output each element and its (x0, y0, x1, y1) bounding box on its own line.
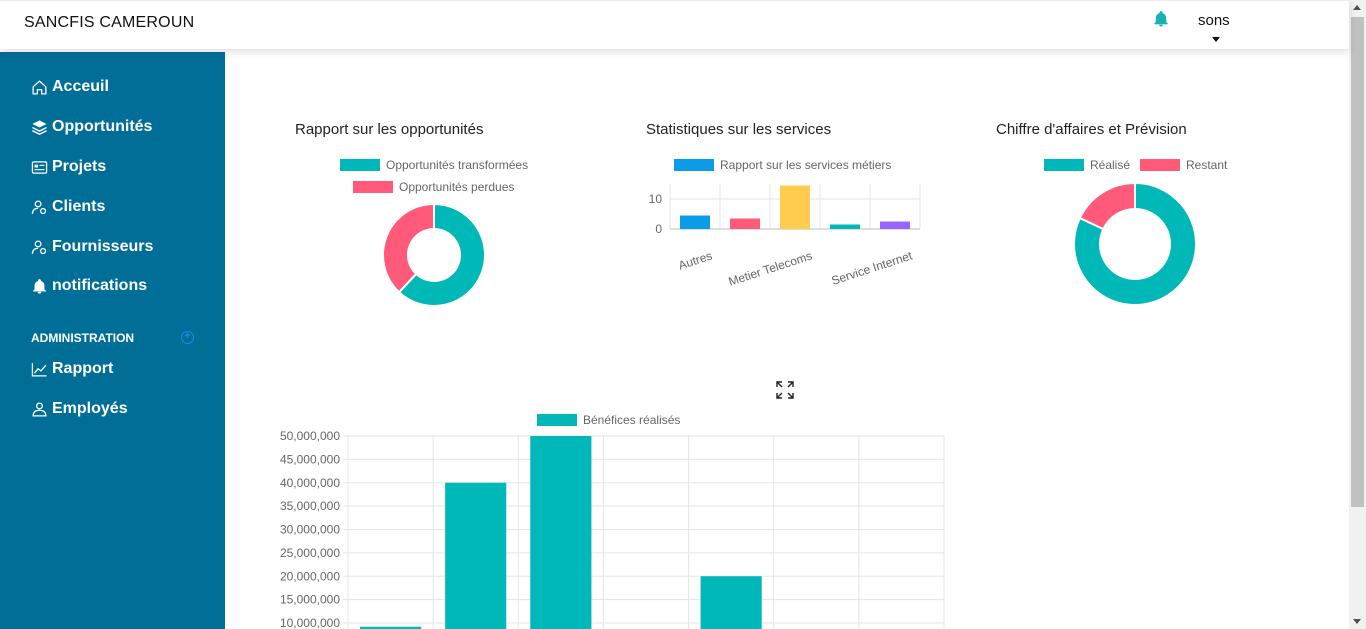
top-navbar: SANCFIS CAMEROUN sons (0, 0, 1349, 49)
bar (700, 576, 762, 629)
revenue-donut-chart[interactable] (1072, 181, 1198, 307)
legend-label: Rapport sur les services métiers (720, 158, 892, 172)
layers-icon (32, 119, 47, 135)
y-tick-label: 30,000,000 (280, 523, 340, 537)
y-tick-label: 0 (655, 222, 662, 236)
sidebar-item-label: Employés (52, 400, 128, 417)
sidebar-item-label: Fournisseurs (52, 238, 154, 255)
bar (730, 218, 760, 229)
chart-title-services: Statistiques sur les services (646, 121, 832, 138)
legend-label: Réalisé (1090, 158, 1131, 172)
bar (830, 224, 860, 229)
sidebar-item-fournisseurs[interactable]: Fournisseurs (31, 235, 153, 259)
user-menu[interactable]: sons (1198, 12, 1230, 29)
x-tick-label: Metier Telecoms (727, 249, 814, 286)
y-tick-label: 20,000,000 (280, 569, 340, 583)
bar (530, 436, 592, 629)
services-bar-chart[interactable]: 0 10 Autres Metier Telecoms Service Internet (640, 176, 930, 286)
user-icon (32, 401, 47, 417)
sidebar-item-label: notifications (52, 277, 148, 294)
bar (780, 185, 810, 229)
chart-title-revenue: Chiffre d'affaires et Prévision (996, 121, 1187, 138)
legend-swatch (1044, 159, 1084, 171)
sidebar-item-employes[interactable]: Employés (31, 397, 128, 421)
y-tick-label: 50,000,000 (280, 429, 340, 443)
legend-label: Restant (1186, 158, 1228, 172)
bell-icon[interactable] (1152, 9, 1170, 29)
scroll-thumb[interactable] (1351, 17, 1364, 507)
donut-slice (1078, 181, 1136, 231)
y-tick-label: 10 (649, 192, 663, 206)
sidebar-item-label: Acceuil (52, 78, 109, 95)
bell-icon (33, 278, 46, 294)
sidebar: Acceuil Opportunités Projets Clients Fou… (0, 52, 225, 629)
y-tick-label: 40,000,000 (280, 476, 340, 490)
legend-item[interactable]: Rapport sur les services métiers (674, 158, 891, 172)
sidebar-item-label: Clients (52, 198, 106, 215)
sidebar-item-rapport[interactable]: Rapport (31, 357, 113, 381)
admin-heading: ADMINISTRATION (31, 331, 135, 345)
legend-label: Bénéfices réalisés (583, 413, 681, 427)
bar (445, 482, 507, 629)
legend-item[interactable]: Opportunités transformées (340, 158, 528, 172)
y-tick-label: 45,000,000 (280, 452, 340, 466)
user-gear-icon (31, 239, 47, 254)
sidebar-item-notifications[interactable]: notifications (31, 274, 147, 298)
legend-swatch (353, 181, 393, 193)
y-tick-label: 10,000,000 (280, 616, 340, 629)
legend-swatch (537, 414, 577, 426)
page-scrollbar[interactable] (1349, 0, 1366, 629)
bar (680, 215, 710, 229)
legend-swatch (340, 159, 380, 171)
x-tick-label: Autres (677, 249, 714, 273)
chart-title-opportunities: Rapport sur les opportunités (295, 121, 484, 138)
legend-item[interactable]: Restant (1140, 158, 1227, 172)
opportunities-donut-chart[interactable] (379, 199, 489, 311)
add-circle-icon[interactable]: + (181, 331, 194, 344)
scroll-up-icon[interactable] (1353, 5, 1361, 10)
sidebar-item-opportunites[interactable]: Opportunités (31, 115, 152, 139)
sidebar-item-label: Projets (52, 158, 107, 175)
user-gear-icon (31, 199, 47, 214)
caret-down-icon[interactable] (1212, 37, 1220, 42)
expand-icon[interactable] (776, 381, 794, 399)
legend-item[interactable]: Réalisé (1044, 158, 1130, 172)
legend-item[interactable]: Bénéfices réalisés (537, 413, 680, 427)
legend-label: Opportunités perdues (399, 180, 515, 194)
profits-bar-chart[interactable]: 50,000,000 45,000,000 40,000,000 35,000,000… (260, 426, 950, 629)
scroll-down-icon[interactable] (1353, 619, 1361, 624)
y-tick-label: 35,000,000 (280, 499, 340, 513)
sidebar-item-clients[interactable]: Clients (31, 195, 105, 219)
bar (880, 221, 910, 229)
legend-swatch (1140, 159, 1180, 171)
brand-title[interactable]: SANCFIS CAMEROUN (24, 14, 194, 32)
card-icon (31, 160, 48, 174)
chart-line-icon (31, 362, 47, 377)
x-tick-label: Service Internet (830, 248, 915, 286)
home-icon (32, 79, 47, 95)
legend-label: Opportunités transformées (386, 158, 529, 172)
sidebar-item-label: Opportunités (52, 118, 153, 135)
sidebar-item-label: Rapport (52, 360, 114, 377)
y-tick-label: 15,000,000 (280, 593, 340, 607)
donut-slice (382, 202, 435, 294)
sidebar-item-acceuil[interactable]: Acceuil (31, 75, 109, 99)
y-tick-label: 25,000,000 (280, 546, 340, 560)
legend-swatch (674, 159, 714, 171)
legend-item[interactable]: Opportunités perdues (353, 180, 514, 194)
sidebar-item-projets[interactable]: Projets (31, 155, 106, 179)
